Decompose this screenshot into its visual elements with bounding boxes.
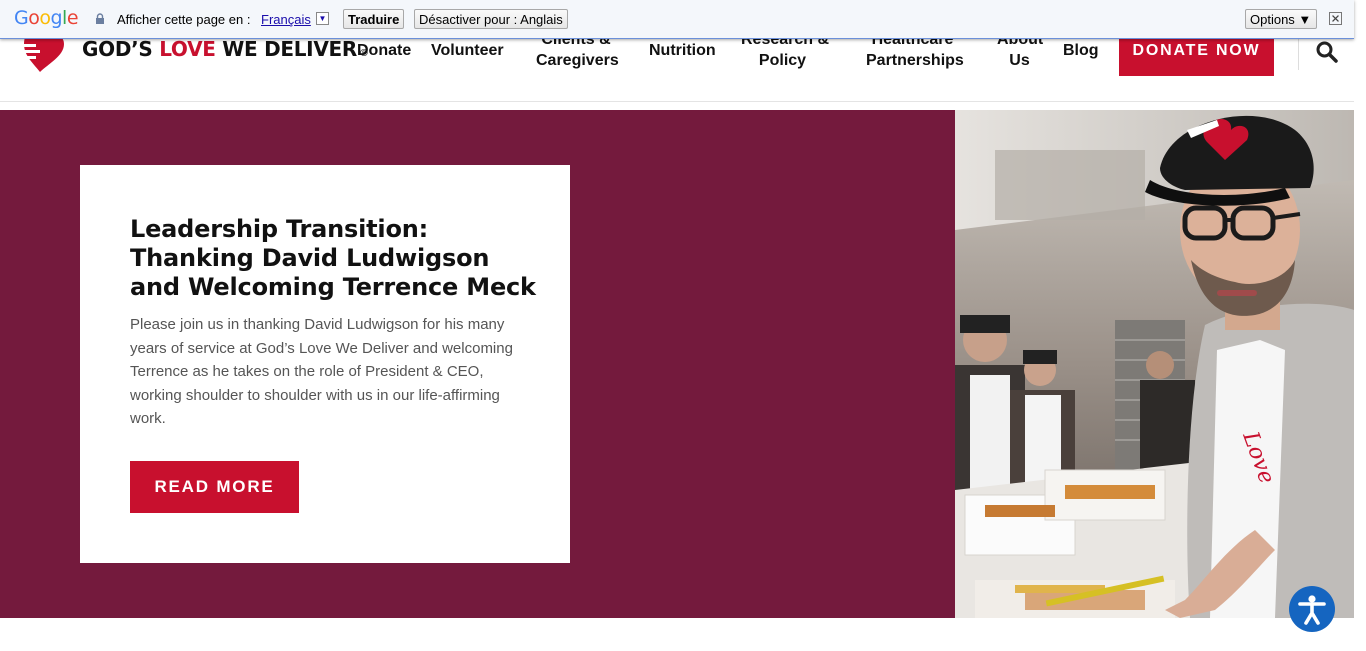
disable-translation-button[interactable]: Désactiver pour : Anglais <box>414 9 568 29</box>
hero-title: Leadership Transition: Thanking David Lu… <box>130 215 536 301</box>
target-language-select[interactable]: Français <box>261 12 311 27</box>
language-dropdown-arrow-icon[interactable]: ▼ <box>316 12 329 25</box>
accessibility-button[interactable] <box>1289 586 1335 632</box>
google-logo: Google <box>14 7 79 29</box>
logo-wordmark: GOD’S LOVE WE DELIVER ® <box>82 37 369 61</box>
search-icon[interactable] <box>1315 40 1339 64</box>
lock-icon <box>96 13 104 24</box>
hero-card: Leadership Transition: Thanking David Lu… <box>80 165 570 563</box>
hero-photo: Love <box>955 110 1354 618</box>
read-more-button[interactable]: READ MORE <box>130 461 299 513</box>
nav-nutrition[interactable]: Nutrition <box>649 40 716 61</box>
translate-prompt: Afficher cette page en : <box>117 12 251 27</box>
hero-description: Please join us in thanking David Ludwigs… <box>130 316 513 427</box>
translate-options-button[interactable]: Options ▼ <box>1245 9 1317 29</box>
nav-donate[interactable]: Donate <box>357 40 411 61</box>
accessibility-icon <box>1298 595 1326 625</box>
nav-blog[interactable]: Blog <box>1063 40 1099 61</box>
hero-section: Leadership Transition: Thanking David Lu… <box>0 110 1354 618</box>
google-translate-bar: Google Afficher cette page en : Français… <box>0 0 1354 39</box>
nav-volunteer[interactable]: Volunteer <box>431 40 504 61</box>
kitchen-volunteer-image: Love <box>955 110 1354 618</box>
translate-button[interactable]: Traduire <box>343 9 405 29</box>
close-icon[interactable] <box>1329 12 1342 25</box>
